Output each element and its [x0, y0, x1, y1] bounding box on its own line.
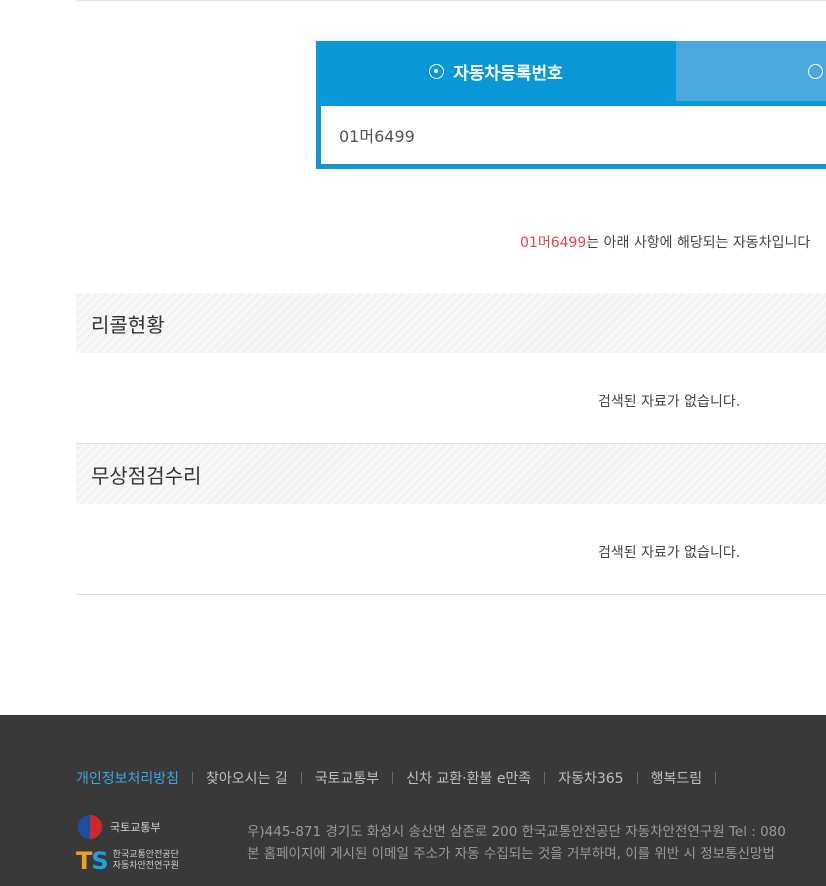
footer-link-separator: [392, 772, 394, 784]
vehicle-search-box: 자동차등록번호: [316, 41, 826, 169]
footer-link-ministry[interactable]: 국토교통부: [315, 768, 379, 788]
ts-logo-names: 한국교통안전공단 자동차안전연구원: [113, 850, 179, 872]
search-input-wrapper: [321, 106, 826, 164]
footer-link-car365[interactable]: 자동차365: [558, 768, 623, 788]
footer-link-directions[interactable]: 찾아오시는 길: [206, 768, 288, 788]
footer-link-happy-dream[interactable]: 행복드림: [651, 768, 703, 788]
section-divider: [76, 594, 826, 595]
footer-address: 우)445-871 경기도 화성시 송산면 삼존로 200 한국교통안전공단 자…: [247, 821, 786, 865]
ministry-logo[interactable]: 국토교통부: [76, 813, 161, 841]
footer-link-separator: [192, 772, 194, 784]
footer-links: 개인정보처리방침 찾아오시는 길 국토교통부 신차 교환·환불 e만족 자동차3…: [76, 768, 729, 788]
radio-selected-icon[interactable]: [429, 63, 445, 79]
ts-mark-icon: TS: [76, 847, 109, 875]
footer-link-separator: [636, 772, 638, 784]
footer-address-line-2: 본 홈페이지에 게시된 이메일 주소가 자동 수집되는 것을 거부하며, 이를 …: [247, 846, 775, 862]
ministry-logo-text: 국토교통부: [110, 821, 161, 834]
radio-unselected-icon[interactable]: [808, 63, 823, 79]
top-divider: [76, 0, 826, 1]
footer-link-separator: [715, 772, 717, 784]
free-inspection-empty-message: 검색된 자료가 없습니다.: [598, 545, 741, 561]
taegeuk-emblem-icon: [76, 813, 104, 841]
result-summary: 01머6499는 아래 사항에 해당되는 자동차입니다: [520, 232, 810, 252]
recall-empty-message: 검색된 자료가 없습니다.: [598, 394, 741, 410]
result-plate-number: 01머6499: [520, 235, 587, 251]
tab-registration-number[interactable]: 자동차등록번호: [316, 41, 676, 101]
footer-address-line-1: 우)445-871 경기도 화성시 송산면 삼존로 200 한국교통안전공단 자…: [247, 824, 786, 840]
footer-link-new-car-exchange[interactable]: 신차 교환·환불 e만족: [406, 768, 531, 788]
result-sentence: 는 아래 사항에 해당되는 자동차입니다: [586, 235, 811, 251]
footer-link-separator: [544, 772, 546, 784]
site-footer: 개인정보처리방침 찾아오시는 길 국토교통부 신차 교환·환불 e만족 자동차3…: [0, 715, 826, 886]
registration-number-input[interactable]: [321, 106, 826, 164]
section-title-recall: 리콜현황: [76, 293, 826, 353]
ts-logo-line-1: 한국교통안전공단: [112, 850, 179, 860]
ts-logo[interactable]: TS 한국교통안전공단 자동차안전연구원: [76, 849, 179, 873]
section-title-free-inspection: 무상점검수리: [76, 444, 826, 504]
footer-link-privacy-policy[interactable]: 개인정보처리방침: [76, 768, 179, 788]
ts-logo-line-2: 자동차안전연구원: [112, 861, 179, 871]
tab-secondary[interactable]: [676, 41, 826, 101]
tab-registration-number-label: 자동차등록번호: [453, 63, 563, 84]
footer-link-separator: [300, 772, 302, 784]
